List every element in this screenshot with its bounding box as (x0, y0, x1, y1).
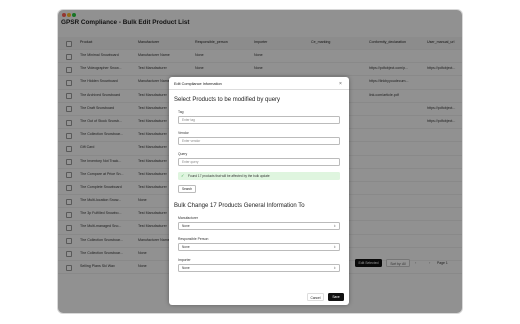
chevron-updown-icon: ⇕ (333, 266, 336, 270)
importer-value: None (182, 266, 190, 270)
edit-compliance-modal: Edit Compliance Information × Select Pro… (169, 77, 349, 305)
section-heading-bulk-change: Bulk Change 17 Products General Informat… (174, 203, 305, 209)
responsible-person-value: None (182, 245, 190, 249)
manufacturer-select[interactable]: None ⇕ (178, 222, 340, 230)
tag-label: Tag (178, 110, 184, 114)
tag-input[interactable]: Enter tag (178, 116, 340, 124)
cancel-button[interactable]: Cancel (307, 293, 324, 301)
success-message: Found 17 products that will be affected … (188, 174, 270, 178)
section-heading-select: Select Products to be modified by query (174, 97, 281, 103)
chevron-updown-icon: ⇕ (333, 245, 336, 249)
check-icon: ✓ (181, 173, 185, 178)
chevron-updown-icon: ⇕ (333, 224, 336, 228)
modal-title: Edit Compliance Information (174, 82, 222, 86)
save-button[interactable]: Save (328, 293, 344, 301)
success-banner: ✓ Found 17 products that will be affecte… (178, 172, 340, 180)
divider (169, 89, 349, 90)
importer-select[interactable]: None ⇕ (178, 264, 340, 272)
manufacturer-value: None (182, 224, 190, 228)
query-input[interactable]: Enter query (178, 158, 340, 166)
query-label: Query (178, 152, 188, 156)
responsible-person-select[interactable]: None ⇕ (178, 243, 340, 251)
responsible-person-label: Responsible Person (178, 237, 209, 241)
importer-label: Importer (178, 258, 191, 262)
vendor-input[interactable]: Enter vendor (178, 137, 340, 145)
search-button[interactable]: Search (178, 185, 196, 193)
vendor-label: Vendor (178, 131, 189, 135)
close-icon[interactable]: × (339, 81, 342, 87)
manufacturer-label: Manufacturer (178, 216, 198, 220)
